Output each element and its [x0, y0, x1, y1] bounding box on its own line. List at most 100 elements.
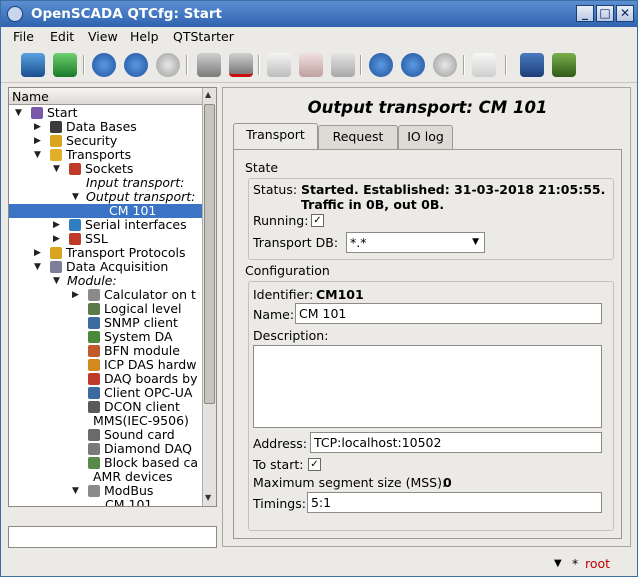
- tree-item[interactable]: ▼ Data Acquisition: [9, 260, 202, 274]
- expand-open-icon[interactable]: ▼: [34, 260, 41, 274]
- tree-item[interactable]: Logical level: [9, 302, 202, 316]
- tree-item[interactable]: ▼ Transports: [9, 148, 202, 162]
- menu-qtstarter[interactable]: QTStarter: [173, 29, 234, 44]
- tree-item[interactable]: ▼ Module:: [9, 274, 202, 288]
- tree-item[interactable]: ▶ Data Bases: [9, 120, 202, 134]
- address-field[interactable]: TCP:localhost:10502: [310, 432, 602, 453]
- close-button[interactable]: ✕: [616, 5, 634, 22]
- tree-item[interactable]: ICP DAS hardw: [9, 358, 202, 372]
- delete-item-icon[interactable]: [229, 53, 253, 77]
- title-bar[interactable]: OpenSCADA QTCfg: Start _ □ ✕: [1, 1, 637, 27]
- tree-item-label: BFN module: [104, 344, 180, 358]
- transport-db-label: Transport DB:: [253, 235, 339, 250]
- tree-item[interactable]: Diamond DAQ: [9, 442, 202, 456]
- expand-open-icon[interactable]: ▼: [34, 148, 41, 162]
- transport-panel: Output transport: CM 101 Transport Reque…: [222, 87, 631, 547]
- expand-closed-icon[interactable]: ▶: [72, 288, 79, 302]
- tree-item-label: Calculator on t: [104, 288, 196, 302]
- tree-item[interactable]: ▼ Start: [9, 106, 202, 120]
- status-line2: Traffic in 0B, out 0B.: [301, 197, 445, 212]
- tree-item-label: ICP DAS hardw: [104, 358, 197, 372]
- description-field[interactable]: [253, 345, 602, 428]
- cut-icon[interactable]: [299, 53, 323, 77]
- tree-node-icon: [88, 457, 100, 469]
- tree-item[interactable]: ▶ Transport Protocols: [9, 246, 202, 260]
- tab-transport[interactable]: Transport: [233, 123, 318, 150]
- maximize-button[interactable]: □: [596, 5, 614, 22]
- minimize-button[interactable]: _: [576, 5, 594, 22]
- tab-io-log[interactable]: IO log: [398, 125, 453, 149]
- expand-open-icon[interactable]: ▼: [53, 274, 60, 288]
- expand-open-icon[interactable]: ▼: [15, 106, 22, 120]
- expand-open-icon[interactable]: ▼: [53, 162, 60, 176]
- tree-item[interactable]: ▶ Security: [9, 134, 202, 148]
- tree-item[interactable]: AMR devices: [9, 470, 202, 484]
- paste-icon[interactable]: [331, 53, 355, 77]
- name-label: Name:: [253, 307, 295, 322]
- navigation-tree[interactable]: Name ▼ Start ▶ Data Bases ▶ Security ▼ Transpor…: [8, 87, 217, 507]
- tab-request[interactable]: Request: [318, 125, 398, 149]
- tree-item[interactable]: ▶ Calculator on t: [9, 288, 202, 302]
- tree-item[interactable]: ▶ SSL: [9, 232, 202, 246]
- page-title: Output transport: CM 101: [307, 98, 548, 117]
- add-item-icon[interactable]: [197, 53, 221, 77]
- tree-node-icon: [88, 317, 100, 329]
- tree-scroll-thumb[interactable]: [204, 104, 215, 404]
- configuration-group: Identifier: CM101 Name: CM 101 Descripti…: [248, 281, 614, 531]
- tree-scrollbar[interactable]: ▲ ▼: [202, 88, 216, 506]
- menu-edit[interactable]: Edit: [50, 29, 74, 44]
- tree-item[interactable]: DCON client: [9, 400, 202, 414]
- tree-item[interactable]: ▼ Sockets: [9, 162, 202, 176]
- tree-item[interactable]: ▼ Output transport:: [9, 190, 202, 204]
- copy-icon[interactable]: [267, 53, 291, 77]
- db-load-icon[interactable]: [21, 53, 45, 77]
- arrow-up-icon[interactable]: [92, 53, 116, 77]
- manual-icon[interactable]: [472, 53, 496, 77]
- menu-view[interactable]: View: [88, 29, 118, 44]
- tree-item[interactable]: DAQ boards by: [9, 372, 202, 386]
- expand-closed-icon[interactable]: ▶: [53, 218, 60, 232]
- tree-item[interactable]: ▼ ModBus: [9, 484, 202, 498]
- tree-item[interactable]: MMS(IEC-9506): [9, 414, 202, 428]
- tree-item-label: Sound card: [104, 428, 175, 442]
- tree-item[interactable]: System DA: [9, 330, 202, 344]
- menu-file[interactable]: File: [13, 29, 34, 44]
- status-field[interactable]: [8, 526, 217, 548]
- tree-item[interactable]: Input transport:: [9, 176, 202, 190]
- transport-db-select[interactable]: *.* ▼: [346, 232, 485, 253]
- tree-header[interactable]: Name: [9, 88, 202, 105]
- tree-node-icon: [88, 359, 100, 371]
- expand-open-icon[interactable]: ▼: [72, 484, 79, 498]
- tree-item[interactable]: ▶ Serial interfaces: [9, 218, 202, 232]
- vision-icon[interactable]: [552, 53, 576, 77]
- tree-item[interactable]: CM 101: [9, 204, 202, 218]
- expand-closed-icon[interactable]: ▶: [34, 246, 41, 260]
- to-start-checkbox[interactable]: ✓: [308, 458, 321, 471]
- expand-closed-icon[interactable]: ▶: [53, 232, 60, 246]
- identifier-label: Identifier:: [253, 287, 314, 302]
- tree-item[interactable]: SNMP client: [9, 316, 202, 330]
- expand-closed-icon[interactable]: ▶: [34, 134, 41, 148]
- tree-item[interactable]: Client OPC-UA: [9, 386, 202, 400]
- user-name[interactable]: root: [585, 556, 610, 571]
- refresh-icon[interactable]: [369, 53, 393, 77]
- tree-item-label: SSL: [85, 232, 108, 246]
- tree-item-label: MMS(IEC-9506): [93, 414, 189, 428]
- user-menu-arrow-icon[interactable]: ▼: [554, 558, 562, 569]
- tree-item[interactable]: Sound card: [9, 428, 202, 442]
- name-field[interactable]: CM 101: [295, 303, 602, 324]
- tree-item[interactable]: CM 101: [9, 498, 202, 506]
- arrow-back-icon[interactable]: [124, 53, 148, 77]
- tree-item[interactable]: Block based ca: [9, 456, 202, 470]
- expand-closed-icon[interactable]: ▶: [34, 120, 41, 134]
- qtcfg-icon[interactable]: [520, 53, 544, 77]
- db-save-icon[interactable]: [53, 53, 77, 77]
- running-checkbox[interactable]: ✓: [311, 214, 324, 227]
- expand-open-icon[interactable]: ▼: [72, 190, 79, 204]
- arrow-forward-icon[interactable]: [156, 53, 180, 77]
- timings-field[interactable]: 5:1: [307, 492, 602, 513]
- menu-help[interactable]: Help: [130, 29, 159, 44]
- tree-item[interactable]: BFN module: [9, 344, 202, 358]
- stop-icon[interactable]: [433, 53, 457, 77]
- start-icon[interactable]: [401, 53, 425, 77]
